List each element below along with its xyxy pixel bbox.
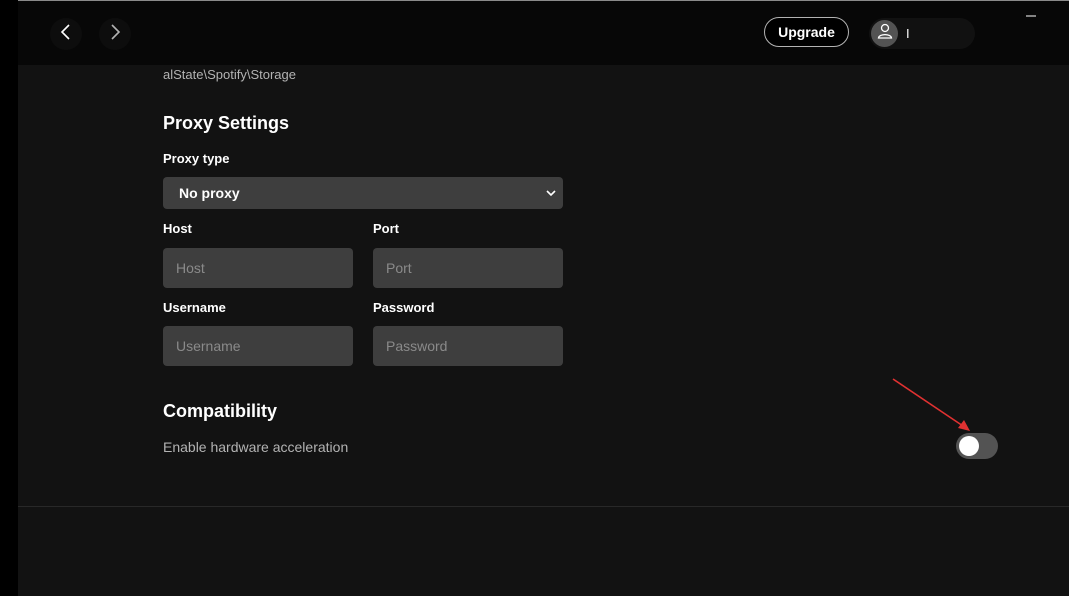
username-label: Username (163, 300, 226, 315)
top-bar: Upgrade I (18, 1, 1069, 65)
proxy-type-select[interactable]: No proxy (163, 177, 563, 209)
upgrade-button[interactable]: Upgrade (764, 17, 849, 47)
proxy-type-value: No proxy (179, 185, 240, 201)
hardware-acceleration-toggle[interactable] (956, 433, 998, 459)
chevron-left-icon (60, 23, 72, 45)
proxy-settings-title: Proxy Settings (163, 113, 290, 133)
host-input[interactable] (163, 248, 353, 288)
annotation-arrow-icon (892, 378, 970, 431)
port-input[interactable] (373, 248, 563, 288)
settings-content: alState\Spotify\Storage Proxy Settings P… (18, 65, 1069, 596)
user-icon (877, 23, 893, 44)
compatibility-title: Compatibility (163, 401, 278, 421)
back-button[interactable] (50, 18, 82, 50)
password-label: Password (373, 300, 435, 315)
host-label: Host (163, 221, 192, 236)
user-menu-button[interactable]: I (869, 18, 975, 49)
password-input[interactable] (373, 326, 563, 366)
forward-button[interactable] (99, 18, 131, 50)
chevron-right-icon (109, 23, 121, 45)
left-edge-strip (0, 0, 18, 596)
user-name: I (906, 26, 910, 41)
minimize-button[interactable] (1024, 9, 1038, 23)
section-divider (18, 506, 1069, 507)
hardware-acceleration-label: Enable hardware acceleration (163, 439, 349, 455)
minimize-icon (1024, 10, 1038, 27)
storage-path: alState\Spotify\Storage (163, 67, 296, 82)
username-input[interactable] (163, 326, 353, 366)
port-label: Port (373, 221, 399, 236)
proxy-type-label: Proxy type (163, 151, 230, 166)
toggle-knob (959, 436, 979, 456)
chevron-down-icon (545, 185, 557, 201)
avatar (871, 20, 898, 47)
